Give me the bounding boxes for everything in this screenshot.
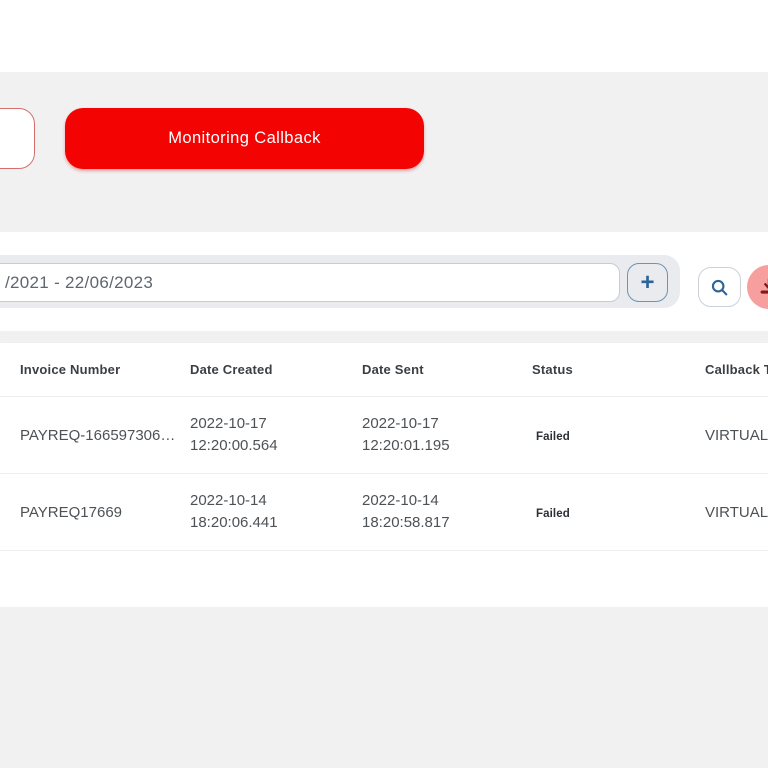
secondary-tab-button[interactable]	[0, 108, 35, 169]
table-header-row: Invoice Number Date Created Date Sent St…	[0, 343, 768, 397]
date-sent-cell: 2022-10-14 18:20:58.817	[362, 490, 532, 534]
page: Monitoring Callback + Invoice Number Dat…	[0, 0, 768, 768]
table-row[interactable]: PAYREQ-166597306… 2022-10-17 12:20:00.56…	[0, 397, 768, 474]
column-header-invoice-number: Invoice Number	[20, 362, 121, 377]
date-sent-time: 18:20:58.817	[362, 514, 450, 531]
status-badge: Failed	[536, 507, 570, 520]
status-cell: Failed	[532, 427, 705, 444]
add-filter-button[interactable]: +	[627, 263, 668, 302]
date-created-date: 2022-10-17	[190, 415, 267, 432]
toolbar-band: Monitoring Callback	[0, 72, 768, 232]
download-icon	[760, 278, 768, 294]
column-header-date-sent: Date Sent	[362, 362, 424, 377]
invoice-number-cell: PAYREQ-166597306…	[20, 426, 176, 444]
top-header-strip	[0, 0, 768, 72]
date-sent-date: 2022-10-14	[362, 492, 439, 509]
date-sent-cell: 2022-10-17 12:20:01.195	[362, 413, 532, 457]
date-created-cell: 2022-10-17 12:20:00.564	[190, 413, 362, 457]
date-range-input[interactable]	[0, 263, 620, 302]
search-icon	[711, 279, 728, 295]
date-created-time: 18:20:06.441	[190, 514, 278, 531]
column-header-status: Status	[532, 362, 573, 377]
status-badge: Failed	[536, 430, 570, 443]
download-button[interactable]	[747, 265, 768, 309]
table-row[interactable]: PAYREQ17669 2022-10-14 18:20:06.441 2022…	[0, 474, 768, 551]
bottom-background	[0, 607, 768, 768]
callback-type-cell: VIRTUALA	[705, 503, 768, 521]
column-header-callback-type: Callback T	[705, 362, 768, 377]
date-created-date: 2022-10-14	[190, 492, 267, 509]
date-sent-time: 12:20:01.195	[362, 437, 450, 454]
invoice-number-cell: PAYREQ17669	[20, 503, 123, 521]
card-gap	[0, 331, 768, 343]
monitoring-callback-button[interactable]: Monitoring Callback	[65, 108, 424, 169]
search-button[interactable]	[698, 267, 741, 307]
column-header-date-created: Date Created	[190, 362, 273, 377]
callbacks-table: Invoice Number Date Created Date Sent St…	[0, 343, 768, 607]
status-cell: Failed	[532, 504, 705, 521]
date-created-cell: 2022-10-14 18:20:06.441	[190, 490, 362, 534]
callback-type-cell: VIRTUALA	[705, 426, 768, 444]
date-created-time: 12:20:00.564	[190, 437, 278, 454]
date-sent-date: 2022-10-17	[362, 415, 439, 432]
filter-card: +	[0, 232, 768, 331]
